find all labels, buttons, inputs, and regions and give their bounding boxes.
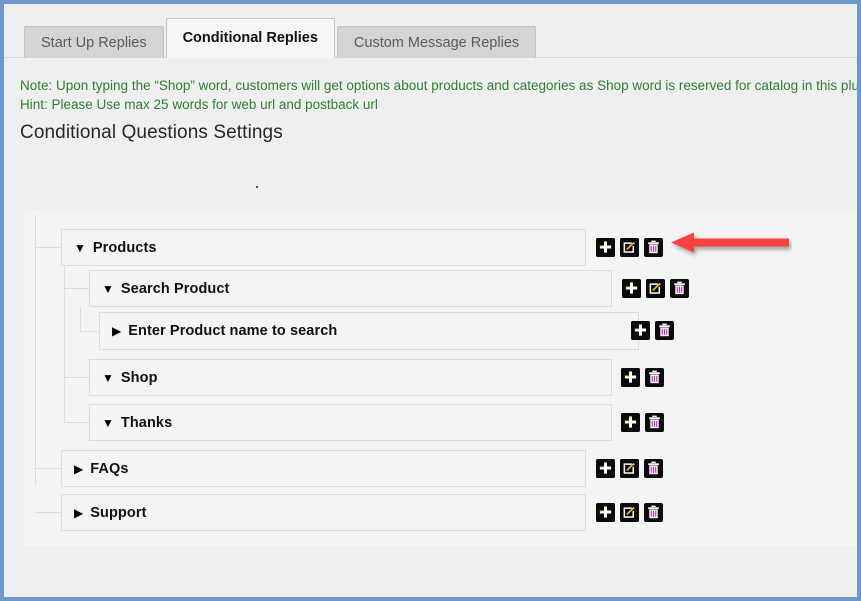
add-icon[interactable] [621,368,640,387]
add-icon[interactable] [596,238,615,257]
tree-node-label: FAQs [90,460,129,477]
edit-icon[interactable] [620,238,639,257]
tab-start-up-replies[interactable]: Start Up Replies [24,26,164,58]
add-icon[interactable] [622,279,641,298]
annotation-arrow-icon [670,231,792,259]
tab-label: Custom Message Replies [353,34,520,51]
add-icon[interactable] [621,413,640,432]
note-line-url-hint: Hint: Please Use max 25 words for web ur… [20,97,378,112]
tree-node-support[interactable]: ▶ Support [61,494,586,531]
tree-connector-line [64,377,90,378]
tree-node-label: Search Product [120,280,230,297]
delete-icon[interactable] [644,503,663,522]
caret-down-icon[interactable]: ▼ [102,283,114,295]
caret-down-icon[interactable]: ▼ [102,372,114,384]
tree-node-actions [596,459,663,478]
tree-connector-line [80,331,100,332]
edit-icon[interactable] [620,503,639,522]
stray-dot-marker [256,186,258,188]
tree-connector-line [64,288,90,289]
tree-node-label: Shop [120,369,158,386]
tab-custom-message-replies[interactable]: Custom Message Replies [336,26,537,58]
tab-strip: Start Up Replies Conditional Replies Cus… [24,18,537,58]
tree-node-shop[interactable]: ▼ Shop [89,359,612,396]
tree-connector-line [80,307,81,331]
tree-node-label: Support [90,504,147,521]
caret-right-icon[interactable]: ▶ [74,463,83,475]
tree-node-products[interactable]: ▼ Products [61,229,586,266]
delete-icon[interactable] [645,413,664,432]
tree-node-actions [631,321,674,340]
delete-icon[interactable] [670,279,689,298]
question-tree: ▼ Products ▼ Search Product ▶ Enter Product n… [24,211,857,546]
delete-icon[interactable] [644,459,663,478]
caret-down-icon[interactable]: ▼ [102,417,114,429]
delete-icon[interactable] [644,238,663,257]
edit-icon[interactable] [620,459,639,478]
tree-node-enter-product-name-to-search[interactable]: ▶ Enter Product name to search [99,312,639,350]
conditional-questions-panel: ▼ Products ▼ Search Product ▶ Enter Product n… [24,211,857,546]
page-title: Conditional Questions Settings [20,122,283,143]
tab-label: Conditional Replies [182,30,318,47]
caret-down-icon[interactable]: ▼ [74,242,86,254]
tree-node-actions [621,368,664,387]
tab-conditional-replies[interactable]: Conditional Replies [165,18,335,58]
delete-icon[interactable] [655,321,674,340]
caret-right-icon[interactable]: ▶ [112,325,121,337]
tree-connector-line [35,512,62,513]
tab-label: Start Up Replies [41,34,147,51]
tree-node-actions [596,238,663,257]
caret-right-icon[interactable]: ▶ [74,507,83,519]
tree-node-search-product[interactable]: ▼ Search Product [89,270,612,307]
tree-connector-line [35,468,62,469]
tree-connector-line [64,422,90,423]
note-line-shop-reserved: Note: Upon typing the “Shop” word, custo… [20,78,861,93]
delete-icon[interactable] [645,368,664,387]
add-icon[interactable] [596,503,615,522]
tree-node-label: Thanks [120,414,173,431]
tree-node-faqs[interactable]: ▶ FAQs [61,450,586,487]
tree-node-label: Products [92,239,157,256]
edit-icon[interactable] [646,279,665,298]
tab-bar: Start Up Replies Conditional Replies Cus… [4,4,857,58]
tree-node-thanks[interactable]: ▼ Thanks [89,404,612,441]
add-icon[interactable] [596,459,615,478]
tree-connector-line [35,247,62,248]
plugin-settings-window: Start Up Replies Conditional Replies Cus… [0,0,861,601]
tree-node-actions [621,413,664,432]
add-icon[interactable] [631,321,650,340]
tree-connector-line [64,266,65,423]
tree-node-label: Enter Product name to search [128,323,338,339]
tree-connector-line [35,215,36,485]
tree-node-actions [596,503,663,522]
notes-block: Note: Upon typing the “Shop” word, custo… [20,76,861,114]
tree-node-actions [622,279,689,298]
